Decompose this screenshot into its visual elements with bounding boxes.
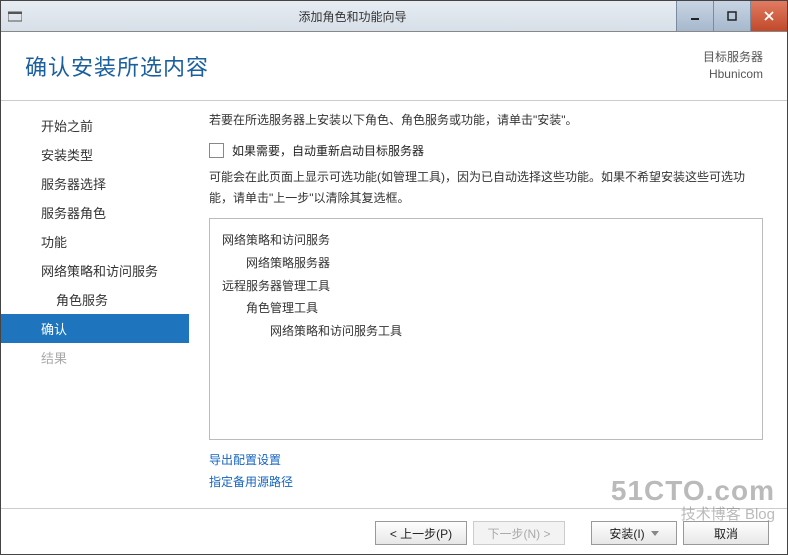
auto-restart-row[interactable]: 如果需要，自动重新启动目标服务器 <box>209 142 763 159</box>
wizard-header: 确认安装所选内容 目标服务器 Hbunicom <box>1 32 787 101</box>
step-results: 结果 <box>1 343 189 372</box>
step-server-roles[interactable]: 服务器角色 <box>1 198 189 227</box>
next-button: 下一步(N) > <box>473 521 565 545</box>
window-titlebar: 添加角色和功能向导 <box>1 1 787 32</box>
alternate-source-link[interactable]: 指定备用源路径 <box>209 475 293 489</box>
step-features[interactable]: 功能 <box>1 227 189 256</box>
maximize-button[interactable] <box>713 1 750 31</box>
step-before-you-begin[interactable]: 开始之前 <box>1 111 189 140</box>
selection-item: 远程服务器管理工具 <box>222 275 750 298</box>
install-button[interactable]: 安装(I) <box>591 521 677 545</box>
step-installation-type[interactable]: 安装类型 <box>1 140 189 169</box>
optional-features-note: 可能会在此页面上显示可选功能(如管理工具)，因为已自动选择这些功能。如果不希望安… <box>209 167 763 208</box>
previous-button[interactable]: < 上一步(P) <box>375 521 467 545</box>
app-icon <box>1 1 29 31</box>
target-server-name: Hbunicom <box>703 66 763 83</box>
intro-text: 若要在所选服务器上安装以下角色、角色服务或功能，请单击"安装"。 <box>209 111 763 130</box>
step-confirmation[interactable]: 确认 <box>1 314 189 343</box>
close-button[interactable] <box>750 1 787 31</box>
step-server-selection[interactable]: 服务器选择 <box>1 169 189 198</box>
minimize-button[interactable] <box>676 1 713 31</box>
wizard-steps-sidebar: 开始之前 安装类型 服务器选择 服务器角色 功能 网络策略和访问服务 角色服务 … <box>1 101 189 508</box>
auto-restart-checkbox[interactable] <box>209 143 224 158</box>
cancel-button[interactable]: 取消 <box>683 521 769 545</box>
page-title: 确认安装所选内容 <box>25 50 209 82</box>
step-npas[interactable]: 网络策略和访问服务 <box>1 256 189 285</box>
export-config-link[interactable]: 导出配置设置 <box>209 453 281 467</box>
selection-item: 网络策略和访问服务工具 <box>222 320 750 343</box>
target-server-info: 目标服务器 Hbunicom <box>703 49 763 83</box>
wizard-content: 若要在所选服务器上安装以下角色、角色服务或功能，请单击"安装"。 如果需要，自动… <box>189 101 787 508</box>
auto-restart-label: 如果需要，自动重新启动目标服务器 <box>232 142 424 159</box>
selections-panel: 网络策略和访问服务 网络策略服务器 远程服务器管理工具 角色管理工具 网络策略和… <box>209 218 763 440</box>
target-server-label: 目标服务器 <box>703 49 763 66</box>
wizard-footer: < 上一步(P) 下一步(N) > 安装(I) 取消 <box>1 508 787 555</box>
selection-item: 网络策略和访问服务 <box>222 229 750 252</box>
selection-item: 角色管理工具 <box>222 297 750 320</box>
window-title: 添加角色和功能向导 <box>29 1 676 31</box>
selection-item: 网络策略服务器 <box>222 252 750 275</box>
step-role-services[interactable]: 角色服务 <box>1 285 189 314</box>
